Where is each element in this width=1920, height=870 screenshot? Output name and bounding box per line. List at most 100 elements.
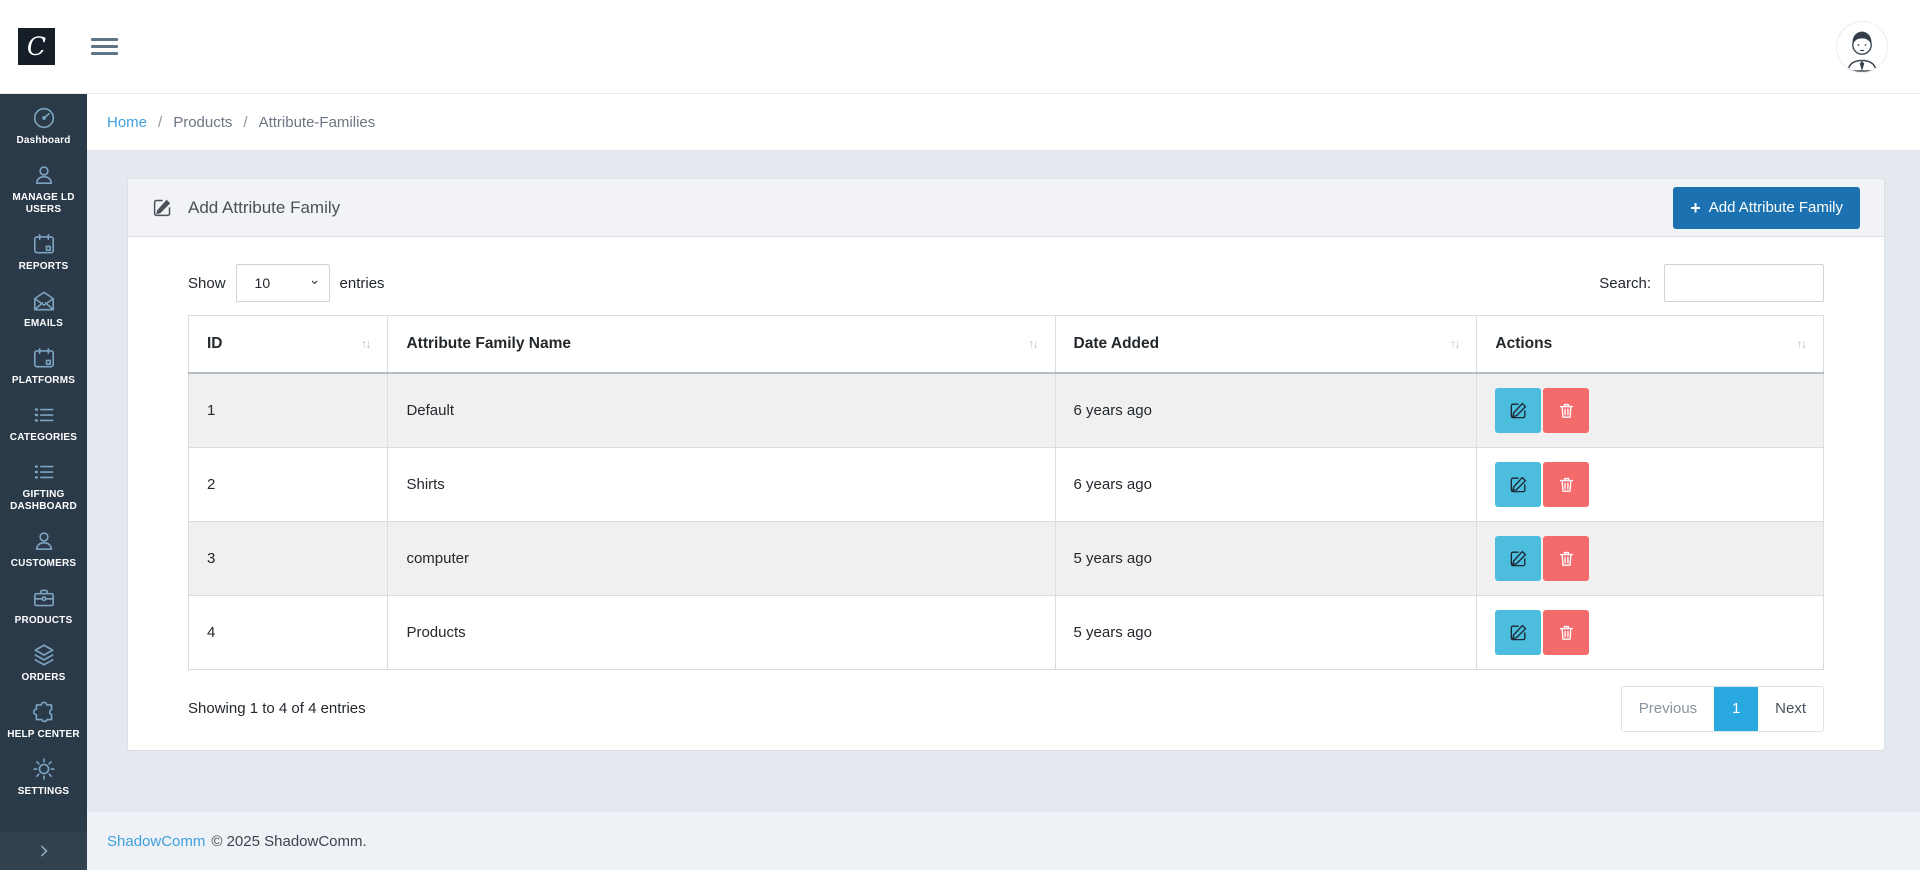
search-input[interactable] bbox=[1664, 264, 1824, 302]
delete-button[interactable] bbox=[1543, 462, 1589, 507]
cell-id: 1 bbox=[189, 373, 388, 447]
table-footer: Showing 1 to 4 of 4 entries Previous 1 N… bbox=[188, 686, 1824, 732]
delete-button[interactable] bbox=[1543, 536, 1589, 581]
avatar-person-icon bbox=[1838, 24, 1886, 72]
sidebar-item-categories[interactable]: CATEGORIES bbox=[0, 395, 87, 452]
edit-button[interactable] bbox=[1495, 610, 1541, 655]
sidebar-item-customers[interactable]: CUSTOMERS bbox=[0, 521, 87, 578]
sidebar-item-emails[interactable]: EMAILS bbox=[0, 281, 87, 338]
sidebar-item-label: PLATFORMS bbox=[12, 375, 75, 387]
column-label: ID bbox=[207, 335, 223, 353]
pencil-square-icon bbox=[1509, 401, 1528, 420]
search-label: Search: bbox=[1599, 275, 1651, 292]
plus-icon: + bbox=[1690, 199, 1701, 217]
add-button-label: Add Attribute Family bbox=[1709, 199, 1843, 216]
sort-icon: ↑↓ bbox=[353, 337, 370, 351]
pagination: Previous 1 Next bbox=[1621, 686, 1824, 732]
brand-logo-letter: C bbox=[27, 32, 46, 61]
pagination-page-1-button[interactable]: 1 bbox=[1714, 687, 1758, 731]
sidebar-item-label: HELP CENTER bbox=[7, 729, 80, 741]
sidebar-item-orders[interactable]: ORDERS bbox=[0, 635, 87, 692]
cell-date-added: 5 years ago bbox=[1055, 595, 1477, 669]
sidebar-item-label: SETTINGS bbox=[18, 786, 70, 798]
list-icon bbox=[31, 459, 57, 485]
showing-entries-info: Showing 1 to 4 of 4 entries bbox=[188, 700, 366, 717]
cell-name: Shirts bbox=[388, 447, 1055, 521]
user-avatar[interactable] bbox=[1836, 21, 1888, 73]
sort-icon: ↑↓ bbox=[1442, 337, 1459, 351]
entries-select[interactable]: 10 bbox=[236, 264, 330, 302]
cell-actions bbox=[1477, 595, 1824, 669]
sidebar-item-dashboard[interactable]: Dashboard bbox=[0, 98, 87, 155]
envelope-open-icon bbox=[31, 288, 57, 314]
edit-button[interactable] bbox=[1495, 388, 1541, 433]
brand-logo[interactable]: C bbox=[18, 28, 55, 65]
column-header-name[interactable]: Attribute Family Name ↑↓ bbox=[388, 316, 1055, 374]
calendar-icon bbox=[31, 345, 57, 371]
footer-brand-link[interactable]: ShadowComm bbox=[107, 833, 205, 850]
card-header: Add Attribute Family + Add Attribute Fam… bbox=[128, 179, 1884, 237]
topbar: C bbox=[0, 0, 1920, 94]
sidebar-item-label: Dashboard bbox=[16, 135, 70, 147]
card-title-text: Add Attribute Family bbox=[188, 198, 340, 218]
pencil-square-icon bbox=[1509, 549, 1528, 568]
delete-button[interactable] bbox=[1543, 388, 1589, 433]
sidebar-item-label: ORDERS bbox=[22, 672, 66, 684]
sidebar-item-label: MANAGE LD USERS bbox=[2, 192, 85, 216]
sidebar-item-settings[interactable]: SETTINGS bbox=[0, 749, 87, 806]
sidebar-collapse-toggle[interactable] bbox=[0, 832, 87, 870]
breadcrumb-separator: / bbox=[158, 114, 162, 131]
list-icon bbox=[31, 402, 57, 428]
page-footer: ShadowComm © 2025 ShadowComm. bbox=[87, 812, 1920, 870]
table-row: 1 Default 6 years ago bbox=[189, 373, 1824, 447]
cell-date-added: 6 years ago bbox=[1055, 447, 1477, 521]
attribute-families-table: ID ↑↓ Attribute Family Name ↑↓ Date Added↑… bbox=[188, 315, 1824, 670]
column-header-actions[interactable]: Actions↑↓ bbox=[1477, 316, 1824, 374]
table-row: 3 computer 5 years ago bbox=[189, 521, 1824, 595]
breadcrumb-current: Attribute-Families bbox=[259, 114, 376, 131]
edit-button[interactable] bbox=[1495, 462, 1541, 507]
sidebar-item-help-center[interactable]: HELP CENTER bbox=[0, 692, 87, 749]
column-label: Attribute Family Name bbox=[406, 335, 571, 353]
edit-button[interactable] bbox=[1495, 536, 1541, 581]
add-attribute-family-button[interactable]: + Add Attribute Family bbox=[1673, 187, 1860, 229]
cell-id: 3 bbox=[189, 521, 388, 595]
column-header-date-added[interactable]: Date Added↑↓ bbox=[1055, 316, 1477, 374]
cell-actions bbox=[1477, 521, 1824, 595]
cell-name: Products bbox=[388, 595, 1055, 669]
sidebar-nav: Dashboard MANAGE LD USERS REPORTS EMAILS bbox=[0, 94, 87, 832]
gear-icon bbox=[31, 756, 57, 782]
cell-id: 2 bbox=[189, 447, 388, 521]
cell-actions bbox=[1477, 373, 1824, 447]
breadcrumb-products[interactable]: Products bbox=[173, 114, 232, 131]
content-area: Add Attribute Family + Add Attribute Fam… bbox=[87, 150, 1920, 812]
table-row: 4 Products 5 years ago bbox=[189, 595, 1824, 669]
breadcrumb-home[interactable]: Home bbox=[107, 114, 147, 131]
sidebar-item-manage-ld-users[interactable]: MANAGE LD USERS bbox=[0, 155, 87, 224]
sidebar-item-label: GIFTING DASHBOARD bbox=[2, 489, 85, 513]
sidebar-item-products[interactable]: PRODUCTS bbox=[0, 578, 87, 635]
hamburger-menu-icon[interactable] bbox=[91, 34, 118, 59]
sidebar-item-label: CATEGORIES bbox=[10, 432, 77, 444]
table-row: 2 Shirts 6 years ago bbox=[189, 447, 1824, 521]
card-title: Add Attribute Family bbox=[152, 197, 340, 218]
sidebar-item-reports[interactable]: REPORTS bbox=[0, 224, 87, 281]
cell-name: computer bbox=[388, 521, 1055, 595]
sidebar-item-platforms[interactable]: PLATFORMS bbox=[0, 338, 87, 395]
main-area: Home / Products / Attribute-Families Add… bbox=[87, 0, 1920, 870]
trash-icon bbox=[1557, 623, 1576, 642]
pagination-previous-button[interactable]: Previous bbox=[1622, 687, 1714, 731]
cell-date-added: 6 years ago bbox=[1055, 373, 1477, 447]
column-header-id[interactable]: ID ↑↓ bbox=[189, 316, 388, 374]
sidebar-item-label: CUSTOMERS bbox=[11, 558, 77, 570]
sort-icon: ↑↓ bbox=[1020, 337, 1037, 351]
pagination-next-button[interactable]: Next bbox=[1758, 687, 1823, 731]
sidebar-item-gifting-dashboard[interactable]: GIFTING DASHBOARD bbox=[0, 452, 87, 521]
table-controls: Show 10 ⌄ entries Search: bbox=[188, 264, 1824, 302]
delete-button[interactable] bbox=[1543, 610, 1589, 655]
card-body: Show 10 ⌄ entries Search: bbox=[128, 237, 1884, 750]
trash-icon bbox=[1557, 401, 1576, 420]
entries-select-wrap: 10 ⌄ bbox=[236, 264, 330, 302]
sidebar: Dashboard MANAGE LD USERS REPORTS EMAILS bbox=[0, 94, 87, 870]
pencil-square-icon bbox=[1509, 623, 1528, 642]
